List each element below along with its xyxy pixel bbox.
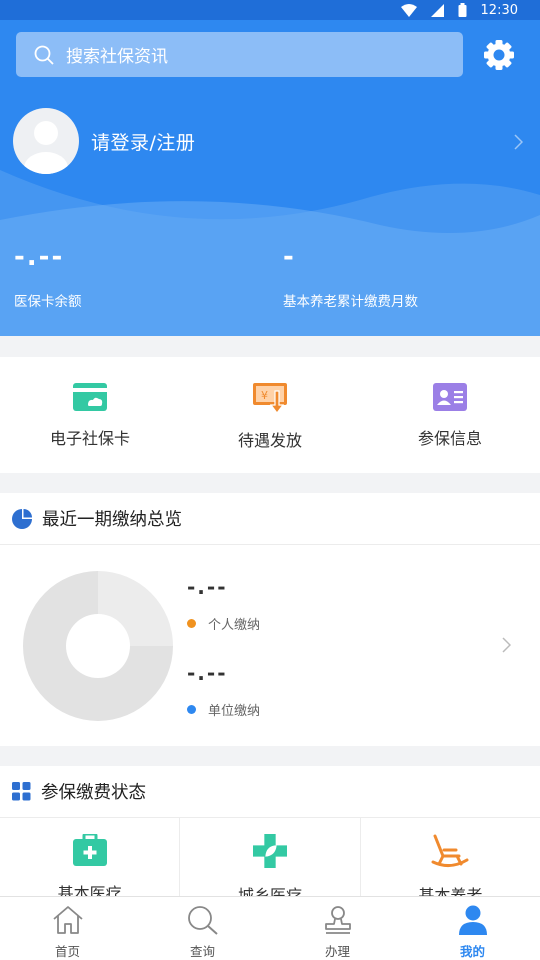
- chevron-right-icon[interactable]: [502, 637, 511, 653]
- pension-months[interactable]: - 基本养老累计缴费月数: [283, 242, 418, 310]
- nav-handle[interactable]: 办理: [270, 897, 405, 960]
- rocking-chair-icon: [431, 834, 469, 867]
- avatar: [13, 108, 79, 174]
- quick-action-label: 参保信息: [417, 429, 482, 448]
- medical-cross-icon: [252, 834, 287, 868]
- payment-summary-card[interactable]: 最近一期缴纳总览 -.-- 个人缴纳 -.-- 单位缴纳: [0, 493, 540, 746]
- pension-months-value: -: [283, 242, 296, 272]
- unit-payment-legend: 单位缴纳: [187, 700, 260, 719]
- nav-label: 办理: [324, 944, 350, 959]
- nav-label: 我的: [459, 944, 485, 959]
- medical-card-balance[interactable]: -.-- 医保卡余额: [14, 242, 82, 310]
- home-icon: [52, 906, 83, 934]
- pie-chart-icon: [12, 508, 32, 529]
- quick-action-label: 电子社保卡: [49, 429, 130, 448]
- unit-dot: [187, 705, 196, 714]
- status-basic-medical[interactable]: 基本医疗: [0, 818, 181, 906]
- personal-payment-amount: -.--: [187, 575, 228, 599]
- wifi-icon: [400, 3, 417, 17]
- status-urban-rural-medical[interactable]: 城乡医疗: [180, 818, 361, 906]
- nav-label: 查询: [189, 944, 215, 959]
- medical-card-balance-label: 医保卡余额: [14, 294, 82, 310]
- insurance-status-title: 参保缴费状态: [41, 783, 146, 803]
- insurance-status-section: 参保缴费状态 基本医疗 城乡医疗 基本: [0, 766, 540, 906]
- pension-months-label: 基本养老累计缴费月数: [283, 294, 418, 310]
- unit-payment-amount: -.--: [187, 661, 228, 685]
- header: 搜索社保资讯 请登录/注册 -.-- 医保卡余额 - 基本养老累计缴费月数: [0, 20, 540, 336]
- search-icon: [187, 906, 218, 935]
- insurance-status-grid: 基本医疗 城乡医疗 基本养老: [0, 818, 540, 906]
- insurance-status-header: 参保缴费状态: [0, 766, 540, 818]
- status-bar: 12:30: [0, 0, 540, 20]
- personal-payment-legend: 个人缴纳: [187, 614, 260, 633]
- quick-actions: 电子社保卡 ¥ 待遇发放 参保信息: [0, 357, 540, 473]
- chevron-right-icon[interactable]: [514, 134, 523, 150]
- login-register-link[interactable]: 请登录/注册: [91, 128, 195, 155]
- nav-mine[interactable]: 我的: [405, 897, 540, 960]
- gear-icon[interactable]: [482, 38, 516, 72]
- payment-summary-title: 最近一期缴纳总览: [42, 510, 182, 530]
- payment-summary-header: 最近一期缴纳总览: [0, 493, 540, 545]
- search-bar[interactable]: 搜索社保资讯: [16, 32, 463, 77]
- status-time: 12:30: [480, 2, 518, 18]
- nav-label: 首页: [54, 944, 80, 959]
- bottom-nav: 首页 查询 办理 我的: [0, 896, 540, 960]
- status-basic-pension[interactable]: 基本养老: [361, 818, 540, 906]
- grid-icon: [12, 782, 31, 801]
- personal-payment-label: 个人缴纳: [208, 618, 261, 633]
- card-icon: [73, 383, 107, 411]
- user-icon: [458, 905, 487, 935]
- medical-card-balance-value: -.--: [14, 242, 65, 272]
- payment-icon: ¥: [253, 383, 287, 413]
- quick-action-label: 待遇发放: [237, 431, 302, 450]
- id-card-icon: [433, 383, 467, 411]
- payment-donut-chart: [23, 571, 173, 721]
- medical-kit-icon: [72, 834, 107, 866]
- personal-dot: [187, 619, 196, 628]
- quick-action-e-card[interactable]: 电子社保卡: [0, 357, 180, 473]
- login-row[interactable]: 请登录/注册: [13, 108, 195, 174]
- svg-text:¥: ¥: [261, 389, 268, 402]
- quick-action-insurance-info[interactable]: 参保信息: [360, 357, 540, 473]
- battery-icon: [458, 3, 467, 17]
- search-icon: [34, 45, 54, 65]
- search-placeholder: 搜索社保资讯: [66, 47, 168, 67]
- nav-home[interactable]: 首页: [0, 897, 135, 960]
- stamp-icon: [324, 906, 351, 934]
- quick-action-payment[interactable]: ¥ 待遇发放: [180, 357, 360, 473]
- nav-query[interactable]: 查询: [135, 897, 270, 960]
- unit-payment-label: 单位缴纳: [208, 704, 261, 719]
- signal-icon: [430, 3, 444, 17]
